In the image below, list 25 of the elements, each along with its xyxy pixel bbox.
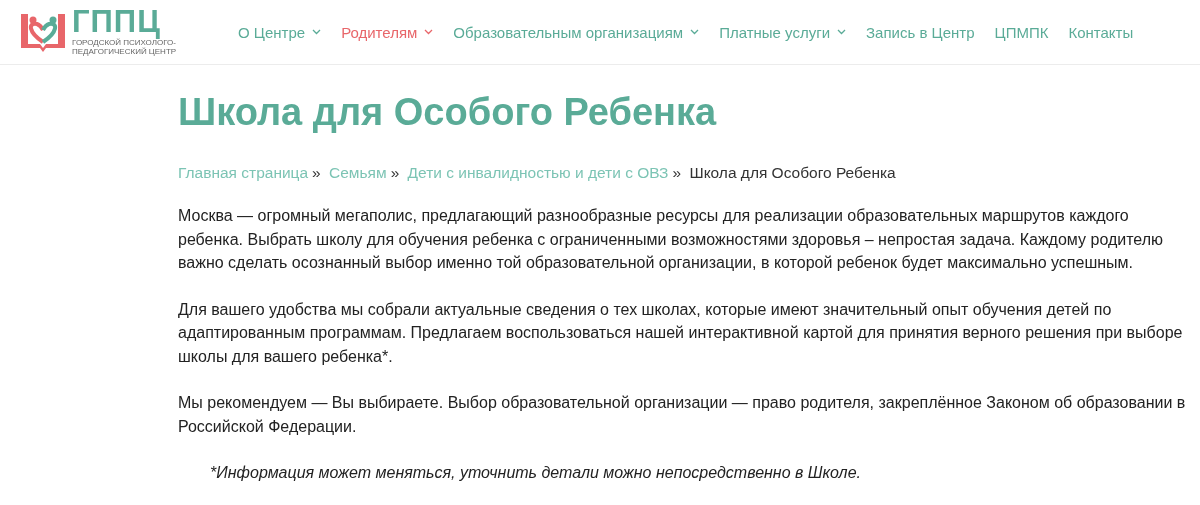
breadcrumb-separator: »	[390, 164, 400, 181]
chevron-down-icon	[837, 29, 847, 35]
chevron-down-icon	[690, 29, 700, 35]
nav-link[interactable]: Платные услуги	[719, 23, 847, 41]
breadcrumb-separator: »	[672, 164, 682, 181]
chevron-down-icon	[312, 29, 322, 35]
paragraph: Москва — огромный мегаполис, предлагающий разнообразные ресурсы для реализации образовательных маршрутов каждого ребенка. Выбрать школу для обучения ребенка с ограниченными возможностями здоровья – непростая задача. Каждому родителю важно сделать осознанный выбор именно той образовательной организации, в которой ребенок будет максимально успешным.	[178, 206, 1165, 273]
nav-link[interactable]: О Центре	[238, 23, 322, 41]
paragraph: Мы рекомендуем — Вы выбираете. Выбор образовательной организации — право родителя, закреплённое Законом об образовании в Российской Федерации.	[178, 393, 1187, 437]
nav-link[interactable]: Родителям	[341, 23, 434, 41]
footnote: *Информация может меняться, уточнить детали можно непосредственно в Школе.	[209, 463, 862, 483]
paragraph: Для вашего удобства мы собрали актуальные сведения о тех школах, которые имеют значительный опыт обучения детей по адаптированным программам. Предлагаем воспользоваться нашей интерактивной картой для принятия верного решения при выборе школы для вашего ребенка*.	[178, 299, 1184, 367]
page-title: Школа для Особого Ребенка	[178, 91, 718, 134]
nav-link[interactable]: Запись в Центр	[866, 23, 975, 41]
breadcrumb-separator: »	[312, 164, 321, 181]
breadcrumb-link[interactable]: Главная страница	[178, 164, 309, 181]
breadcrumb-link[interactable]: Дети с инвалидностью и дети с ОВЗ	[407, 164, 669, 181]
breadcrumb-link[interactable]: Семьям	[329, 164, 387, 181]
nav-link[interactable]: ЦПМПК	[994, 23, 1049, 41]
logo-subtitle: ГОРОДСКОЙ ПСИХОЛОГО-	[72, 38, 177, 47]
nav-link[interactable]: Образовательным организациям	[453, 23, 700, 41]
logo-subtitle: ПЕДАГОГИЧЕСКИЙ ЦЕНТР	[72, 47, 177, 56]
chevron-down-icon	[424, 29, 434, 35]
nav-link[interactable]: Контакты	[1068, 23, 1134, 41]
breadcrumb-current: Школа для Особого Ребенка	[689, 164, 896, 181]
